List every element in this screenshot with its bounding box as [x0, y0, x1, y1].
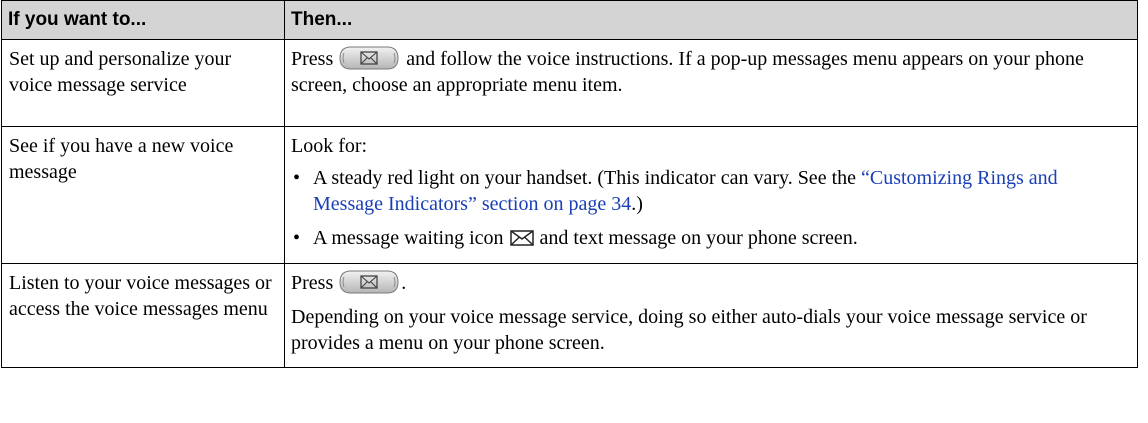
action-cell: Look for: A steady red light on your han… [284, 126, 1138, 264]
bullet-text-end: and text message on your phone screen. [539, 227, 858, 249]
press-line: Press . [291, 270, 1131, 296]
press-text: Press [291, 272, 334, 294]
list-item: A steady red light on your handset. (Thi… [291, 165, 1131, 217]
task-cell: See if you have a new voice message [1, 126, 285, 264]
press-text: Press [291, 48, 334, 70]
table-row: See if you have a new voice message Look… [1, 126, 1138, 264]
message-waiting-icon [508, 228, 536, 246]
instructions-table: If you want to... Then... Set up and per… [1, 0, 1138, 368]
messages-button-icon [339, 46, 399, 70]
bullet-text-end: .) [631, 193, 643, 215]
list-item: A message waiting icon and text message … [291, 225, 1131, 251]
table-row: Listen to your voice messages or access … [1, 263, 1138, 368]
detail-text: Depending on your voice message service,… [291, 306, 1087, 354]
task-cell: Listen to your voice messages or access … [1, 263, 285, 368]
header-then: Then... [284, 0, 1138, 40]
action-cell: Press and follow the voice instructions.… [284, 39, 1138, 127]
bullet-list: A steady red light on your handset. (Thi… [291, 165, 1131, 251]
header-if-you-want-to: If you want to... [1, 0, 285, 40]
bullet-text: A message waiting icon [313, 227, 504, 249]
messages-button-icon [339, 270, 399, 294]
instruction-text: and follow the voice instructions. If a … [291, 48, 1084, 96]
bullet-text: A steady red light on your handset. (Thi… [313, 167, 861, 189]
press-period: . [401, 272, 407, 294]
action-cell: Press . Depending on your voice message … [284, 263, 1138, 368]
table-row: Set up and personalize your voice messag… [1, 39, 1138, 127]
table-header-row: If you want to... Then... [1, 0, 1138, 40]
look-for-text: Look for: [291, 135, 368, 157]
task-cell: Set up and personalize your voice messag… [1, 39, 285, 127]
